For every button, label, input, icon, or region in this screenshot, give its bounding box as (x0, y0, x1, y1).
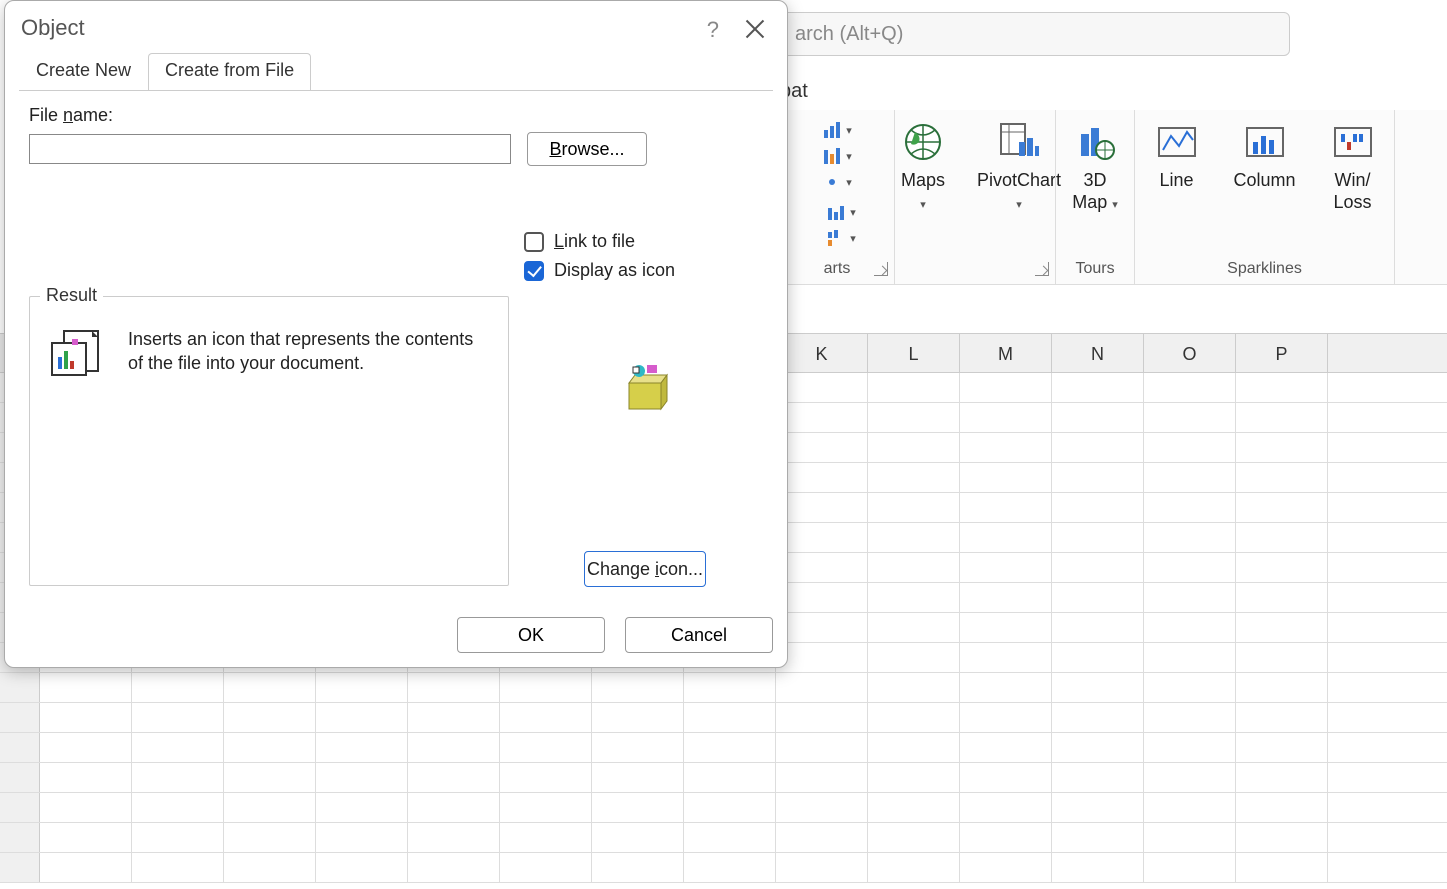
ribbon-group-maps-pivot: Maps▾ PivotChart▾ (895, 110, 1055, 284)
ribbon-group-sparklines-label: Sparklines (1135, 260, 1394, 278)
sparkline-line-icon (1155, 120, 1199, 164)
result-box: Result Inserts an icon that represents t… (29, 296, 509, 586)
chart-type-dropdown-4[interactable]: ▾ (826, 202, 856, 222)
sparkline-winloss-button[interactable]: Win/Loss (1318, 120, 1388, 213)
col-header-l[interactable]: L (868, 334, 960, 372)
file-name-input[interactable] (29, 134, 511, 164)
chart-type-dropdown-3[interactable]: ▾ (822, 172, 852, 192)
checkbox-checked-icon (524, 261, 544, 281)
ribbon: ▾ ▾ ▾ ▾ ▾ arts Maps▾ PivotChart▾ (780, 110, 1447, 285)
pivotchart-icon (997, 120, 1041, 164)
sparkline-column-button[interactable]: Column (1230, 120, 1300, 213)
result-text: Inserts an icon that represents the cont… (128, 327, 490, 379)
maps-button[interactable]: Maps▾ (888, 120, 958, 213)
col-header-o[interactable]: O (1144, 334, 1236, 372)
3d-map-icon (1073, 120, 1117, 164)
col-header-m[interactable]: M (960, 334, 1052, 372)
display-as-icon-label: Display as icon (554, 260, 675, 281)
col-header-k[interactable]: K (776, 334, 868, 372)
checkbox-icon (524, 232, 544, 252)
sparkline-column-icon (1243, 120, 1287, 164)
link-to-file-checkbox[interactable]: Link to file (524, 231, 675, 252)
globe-icon (901, 120, 945, 164)
change-icon-button[interactable]: Change icon... (584, 551, 706, 587)
sparkline-winloss-icon (1331, 120, 1375, 164)
chart-type-dropdown-2[interactable]: ▾ (822, 146, 852, 166)
dialog-title: Object (21, 15, 85, 41)
object-dialog: Object ? Create New Create from File Fil… (4, 0, 788, 668)
dialog-help-button[interactable]: ? (707, 17, 719, 43)
ribbon-group-tours: 3DMap ▾ Tours (1055, 110, 1135, 284)
charts-dialog-launcher[interactable] (874, 262, 888, 276)
link-to-file-label: Link to file (554, 231, 635, 252)
search-box[interactable]: arch (Alt+Q) (780, 12, 1290, 56)
browse-button[interactable]: Browse... (527, 132, 647, 166)
dialog-close-button[interactable] (743, 17, 767, 41)
pivotchart-dialog-launcher[interactable] (1035, 262, 1049, 276)
tab-panel: File name: Browse... Link to file Displa… (19, 90, 773, 610)
package-icon (619, 361, 671, 413)
3d-map-button[interactable]: 3DMap ▾ (1060, 120, 1130, 213)
file-name-label: File name: (29, 105, 773, 126)
dialog-tabs: Create New Create from File (19, 53, 311, 91)
tab-create-from-file[interactable]: Create from File (148, 53, 311, 91)
result-illustration-icon (48, 329, 106, 379)
tab-create-new[interactable]: Create New (19, 53, 148, 91)
pivotchart-button[interactable]: PivotChart▾ (976, 120, 1062, 213)
display-as-icon-checkbox[interactable]: Display as icon (524, 260, 675, 281)
col-header-n[interactable]: N (1052, 334, 1144, 372)
search-text-fragment: arch (Alt+Q) (795, 23, 903, 46)
ribbon-group-tours-label: Tours (1056, 260, 1134, 278)
ribbon-group-charts: ▾ ▾ ▾ ▾ ▾ arts (780, 110, 895, 284)
col-header-p[interactable]: P (1236, 334, 1328, 372)
ok-button[interactable]: OK (457, 617, 605, 653)
chart-type-dropdown-5[interactable]: ▾ (826, 228, 856, 248)
sparkline-line-button[interactable]: Line (1142, 120, 1212, 213)
cancel-button[interactable]: Cancel (625, 617, 773, 653)
chart-type-dropdown-1[interactable]: ▾ (822, 120, 852, 140)
result-legend: Result (40, 285, 103, 306)
ribbon-group-sparklines: Line Column Win/Loss Sparklines (1135, 110, 1395, 284)
